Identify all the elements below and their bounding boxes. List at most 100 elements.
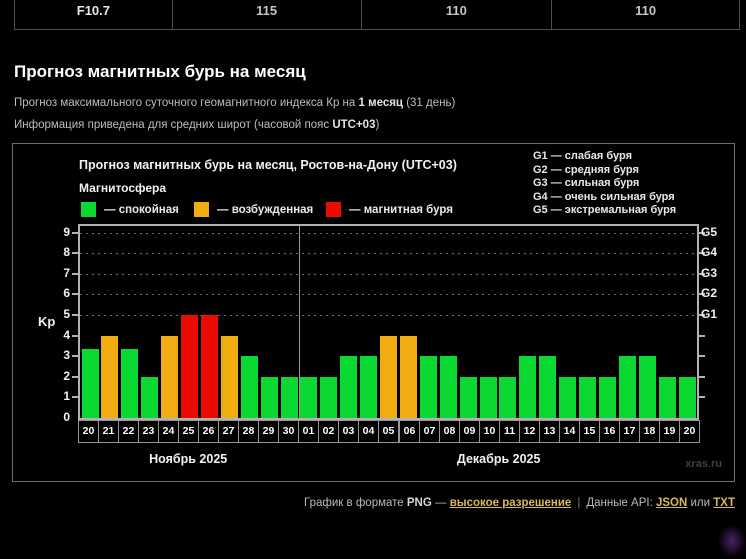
legend-item: — магнитная буря [326,202,453,217]
date-cell: 26 [198,420,219,443]
kp-bar [281,377,298,418]
y-axis-tick [72,293,78,295]
gridline [80,233,697,234]
kp-bar [380,336,397,418]
kp-bar [420,356,437,418]
date-cell: 01 [298,420,319,443]
date-cell: 27 [218,420,239,443]
gridline [80,294,697,295]
excited-swatch [194,202,209,217]
kp-bar [221,336,238,418]
table-cell: 110 [362,0,553,29]
kp-bar [619,356,636,418]
date-cell: 16 [599,420,620,443]
kp-axis-title: Kp [38,314,55,329]
kp-bar [480,377,497,418]
y-axis-tick [72,232,78,234]
g-level-label: G4 [701,245,735,259]
json-link[interactable]: JSON [656,497,687,509]
date-cell: 03 [338,420,359,443]
kp-bar [261,377,278,418]
date-cell: 11 [499,420,520,443]
footer-png-label: PNG [407,497,432,509]
footer-separator: | [571,497,586,509]
kp-bar [659,377,676,418]
date-axis: 2021222324252627282930010203040506070809… [78,420,699,443]
page-title: Прогноз магнитных бурь на месяц [14,62,306,82]
artifact-glow [718,524,746,558]
y-axis-tick [72,252,78,254]
date-cell: 25 [178,420,199,443]
footer: График в формате PNG — высокое разрешени… [304,497,735,509]
legend-item-label: — возбужденная [217,204,313,216]
g-level-label: G3 [701,266,735,280]
kp-bar [499,377,516,418]
kp-bar [141,377,158,418]
storm-scale-line: G5 — экстремальная буря [533,204,676,218]
date-cell: 14 [559,420,580,443]
month-label: Ноябрь 2025 [113,452,263,466]
date-cell: 28 [238,420,259,443]
date-cell: 21 [98,420,119,443]
date-cell: 06 [399,420,420,443]
legend-item-label: — магнитная буря [349,204,453,216]
kp-bar [400,336,417,418]
table-cell: 115 [173,0,362,29]
txt-link[interactable]: TXT [713,497,735,509]
kp-bar [440,356,457,418]
gridline [80,253,697,254]
date-cell: 24 [158,420,179,443]
kp-bar [181,315,198,418]
date-cell: 12 [519,420,540,443]
kp-bar [340,356,357,418]
date-cell: 08 [439,420,460,443]
storm-scale-line: G2 — средняя буря [533,164,676,178]
kp-bar [320,377,337,418]
date-cell: 18 [639,420,660,443]
date-cell: 19 [659,420,680,443]
magnetosphere-legend: — спокойная — возбужденная — магнитная бур… [13,202,533,220]
subtitle-text: ) [375,119,379,131]
chart-panel: Прогноз магнитных бурь на месяц, Ростов-… [12,143,735,482]
kp-bar [121,349,138,418]
kp-bar [599,377,616,418]
storm-scale-line: G3 — сильная буря [533,177,676,191]
y-axis-tick [72,335,78,337]
subtitle-bold: 1 месяц [358,97,403,109]
storm-scale-legend: G1 — слабая буряG2 — средняя буряG3 — си… [533,150,676,218]
date-cell: 13 [539,420,560,443]
date-cell: 20 [679,420,700,443]
y-axis-label: 2 [50,369,70,383]
date-cell: 05 [378,420,399,443]
date-cell: 10 [479,420,500,443]
legend-title: Магнитосфера [79,181,166,195]
date-cell: 17 [619,420,640,443]
date-cell: 15 [579,420,600,443]
kp-bar [300,377,317,418]
storm-swatch [326,202,341,217]
kp-bar [241,356,258,418]
y-axis-tick [699,335,705,337]
kp-bar [679,377,696,418]
y-axis-label: 8 [50,245,70,259]
subtitle-text: Информация приведена для средних широт (… [14,119,332,131]
date-cell: 23 [138,420,159,443]
y-axis-label: 7 [50,266,70,280]
month-label: Декабрь 2025 [424,452,574,466]
kp-bar [101,336,118,418]
subtitle-bold: UTC+03 [332,119,375,131]
subtitle-text: (31 день) [403,97,455,109]
storm-scale-line: G1 — слабая буря [533,150,676,164]
table-cell: 110 [552,0,739,29]
footer-text: или [687,497,713,509]
high-resolution-link[interactable]: высокое разрешение [450,497,572,509]
subtitle-forecast: Прогноз максимального суточного геомагни… [14,97,455,109]
legend-item-label: — спокойная [104,204,179,216]
legend-item: — возбужденная [194,202,313,217]
y-axis-label: 0 [50,410,70,424]
kp-bar [161,336,178,418]
y-axis-tick [72,376,78,378]
subtitle-text: Прогноз максимального суточного геомагни… [14,97,358,109]
date-cell: 04 [358,420,379,443]
subtitle-timezone: Информация приведена для средних широт (… [14,119,379,131]
